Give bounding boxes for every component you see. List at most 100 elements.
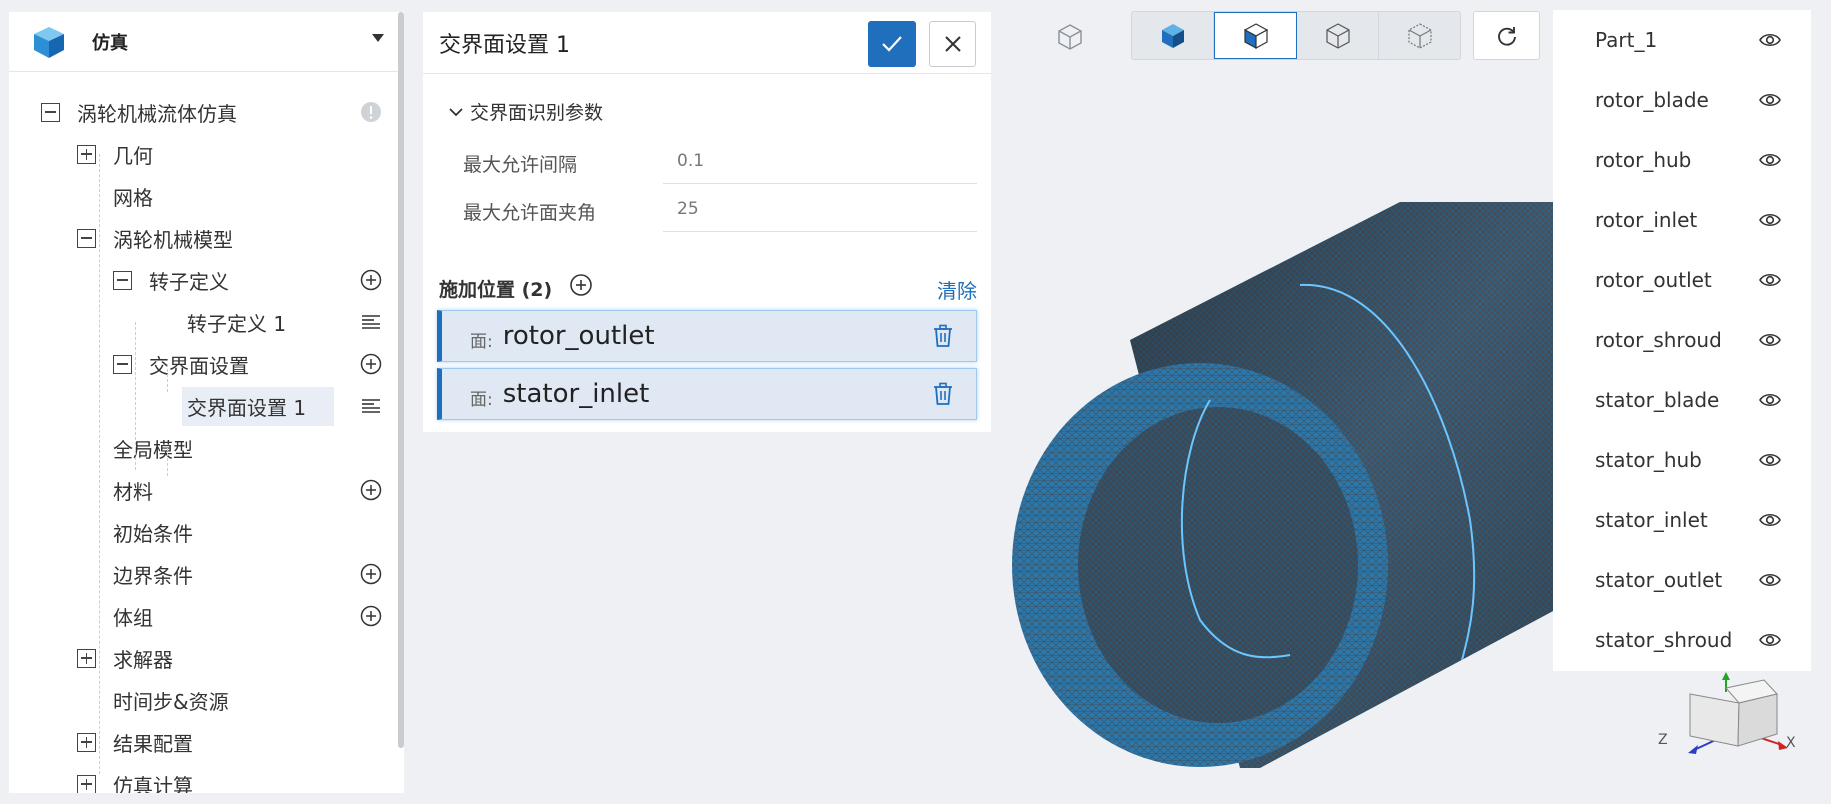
wireframe-mode-button[interactable] xyxy=(1297,12,1379,59)
info-icon[interactable] xyxy=(360,101,382,123)
tree-item[interactable]: 交界面设置 1 xyxy=(9,386,404,426)
max-angle-input[interactable] xyxy=(663,186,977,232)
confirm-button[interactable] xyxy=(868,21,916,67)
eye-icon[interactable] xyxy=(1759,570,1781,594)
tree-item[interactable]: 时间步&资源 xyxy=(9,680,404,720)
tree-item-label: 转子定义 1 xyxy=(187,311,287,336)
eye-icon[interactable] xyxy=(1759,510,1781,534)
axis-z-label: Z xyxy=(1658,732,1668,748)
eye-icon[interactable] xyxy=(1759,30,1781,54)
add-icon[interactable] xyxy=(360,479,382,501)
part-name: stator_inlet xyxy=(1595,508,1708,532)
tree-item[interactable]: 转子定义 xyxy=(9,260,404,300)
tree-item[interactable]: 涡轮机械流体仿真 xyxy=(9,92,404,132)
tree-item[interactable]: 材料 xyxy=(9,470,404,510)
transparent-cube-icon xyxy=(1407,22,1432,49)
tree-item-label: 涡轮机械模型 xyxy=(113,227,233,252)
part-item[interactable]: stator_inlet xyxy=(1553,490,1811,550)
add-icon[interactable] xyxy=(360,269,382,291)
eye-icon[interactable] xyxy=(1759,90,1781,114)
part-name: Part_1 xyxy=(1595,28,1658,52)
part-item[interactable]: stator_shroud xyxy=(1553,610,1811,670)
add-location-icon[interactable] xyxy=(569,273,593,297)
part-item[interactable]: rotor_hub xyxy=(1553,130,1811,190)
part-item[interactable]: stator_hub xyxy=(1553,430,1811,490)
part-name: stator_shroud xyxy=(1595,628,1733,652)
collapse-icon[interactable] xyxy=(77,228,96,248)
tree-item-label: 求解器 xyxy=(113,647,173,672)
shaded-edges-mode-button[interactable] xyxy=(1214,12,1297,59)
panel-title: 交界面设置 1 xyxy=(439,32,570,58)
reset-view-button[interactable] xyxy=(1473,11,1540,60)
eye-icon[interactable] xyxy=(1759,330,1781,354)
orientation-cube[interactable] xyxy=(1660,668,1800,758)
clear-button[interactable]: 清除 xyxy=(937,275,977,304)
shaded-edges-cube-icon xyxy=(1243,22,1268,49)
face-item[interactable]: 面: stator_inlet xyxy=(437,368,977,420)
part-item[interactable]: stator_outlet xyxy=(1553,550,1811,610)
tree-item[interactable]: 几何 xyxy=(9,134,404,174)
menu-lines-icon[interactable] xyxy=(360,395,382,417)
part-item[interactable]: stator_blade xyxy=(1553,370,1811,430)
part-item[interactable]: rotor_inlet xyxy=(1553,190,1811,250)
tree-item[interactable]: 求解器 xyxy=(9,638,404,678)
tree-item[interactable]: 涡轮机械模型 xyxy=(9,218,404,258)
max-gap-input[interactable] xyxy=(663,138,977,184)
eye-icon[interactable] xyxy=(1759,450,1781,474)
collapse-icon[interactable] xyxy=(113,354,132,374)
tree: 涡轮机械流体仿真 几何 网格涡轮机械模型转子定义转子定义 1 交界面设置交界面设置 1… xyxy=(9,72,404,793)
tree-item[interactable]: 仿真计算 xyxy=(9,764,404,793)
tree-item[interactable]: 边界条件 xyxy=(9,554,404,594)
tree-connector xyxy=(135,322,136,470)
add-icon[interactable] xyxy=(360,563,382,585)
eye-icon[interactable] xyxy=(1759,150,1781,174)
part-name: rotor_shroud xyxy=(1595,328,1722,352)
eye-icon[interactable] xyxy=(1759,210,1781,234)
tree-item[interactable]: 结果配置 xyxy=(9,722,404,762)
expand-icon[interactable] xyxy=(77,648,96,668)
app-header: 仿真 xyxy=(9,12,404,72)
chevron-down-icon[interactable] xyxy=(370,32,386,44)
part-name: rotor_outlet xyxy=(1595,268,1712,292)
tree-item[interactable]: 转子定义 1 xyxy=(9,302,404,342)
close-icon xyxy=(944,36,961,52)
expand-icon[interactable] xyxy=(77,144,96,164)
shaded-mode-button[interactable] xyxy=(1132,12,1214,59)
collapse-icon[interactable] xyxy=(41,102,60,122)
axis-x-label: X xyxy=(1786,735,1796,751)
part-item[interactable]: rotor_shroud xyxy=(1553,310,1811,370)
eye-icon[interactable] xyxy=(1759,270,1781,294)
add-icon[interactable] xyxy=(360,605,382,627)
tree-item[interactable]: 网格 xyxy=(9,176,404,216)
tree-item-label: 交界面设置 xyxy=(149,353,249,378)
tree-item[interactable]: 全局模型 xyxy=(9,428,404,468)
face-name: rotor_outlet xyxy=(502,321,655,351)
face-item[interactable]: 面: rotor_outlet xyxy=(437,310,977,362)
transparent-mode-button[interactable] xyxy=(1379,12,1460,59)
mesh-model[interactable] xyxy=(1000,190,1555,770)
part-item[interactable]: Part_1 xyxy=(1553,10,1811,70)
part-item[interactable]: rotor_outlet xyxy=(1553,250,1811,310)
interface-settings-panel: 交界面设置 1 交界面识别参数 最大允许间隔 最大允许面夹角 施加位置 (2) xyxy=(423,12,991,432)
menu-lines-icon[interactable] xyxy=(360,311,382,333)
close-button[interactable] xyxy=(929,21,976,67)
tree-item-label: 全局模型 xyxy=(113,437,193,462)
apply-location-title: 施加位置 (2) xyxy=(439,279,553,301)
add-icon[interactable] xyxy=(360,353,382,375)
eye-icon[interactable] xyxy=(1759,390,1781,414)
tree-item[interactable]: 体组 xyxy=(9,596,404,636)
expand-icon[interactable] xyxy=(77,732,96,752)
part-name: stator_hub xyxy=(1595,448,1702,472)
part-item[interactable]: rotor_blade xyxy=(1553,70,1811,130)
trash-icon[interactable] xyxy=(932,382,954,406)
collapse-icon[interactable] xyxy=(113,270,132,290)
tree-scrollbar[interactable] xyxy=(398,12,404,748)
wireframe-cube-icon[interactable] xyxy=(1055,22,1085,52)
eye-icon[interactable] xyxy=(1759,630,1781,654)
chevron-down-icon xyxy=(449,107,463,116)
expand-icon[interactable] xyxy=(77,774,96,793)
tree-item[interactable]: 交界面设置 xyxy=(9,344,404,384)
tree-item[interactable]: 初始条件 xyxy=(9,512,404,552)
section-toggle[interactable]: 交界面识别参数 xyxy=(447,98,603,125)
trash-icon[interactable] xyxy=(932,324,954,348)
